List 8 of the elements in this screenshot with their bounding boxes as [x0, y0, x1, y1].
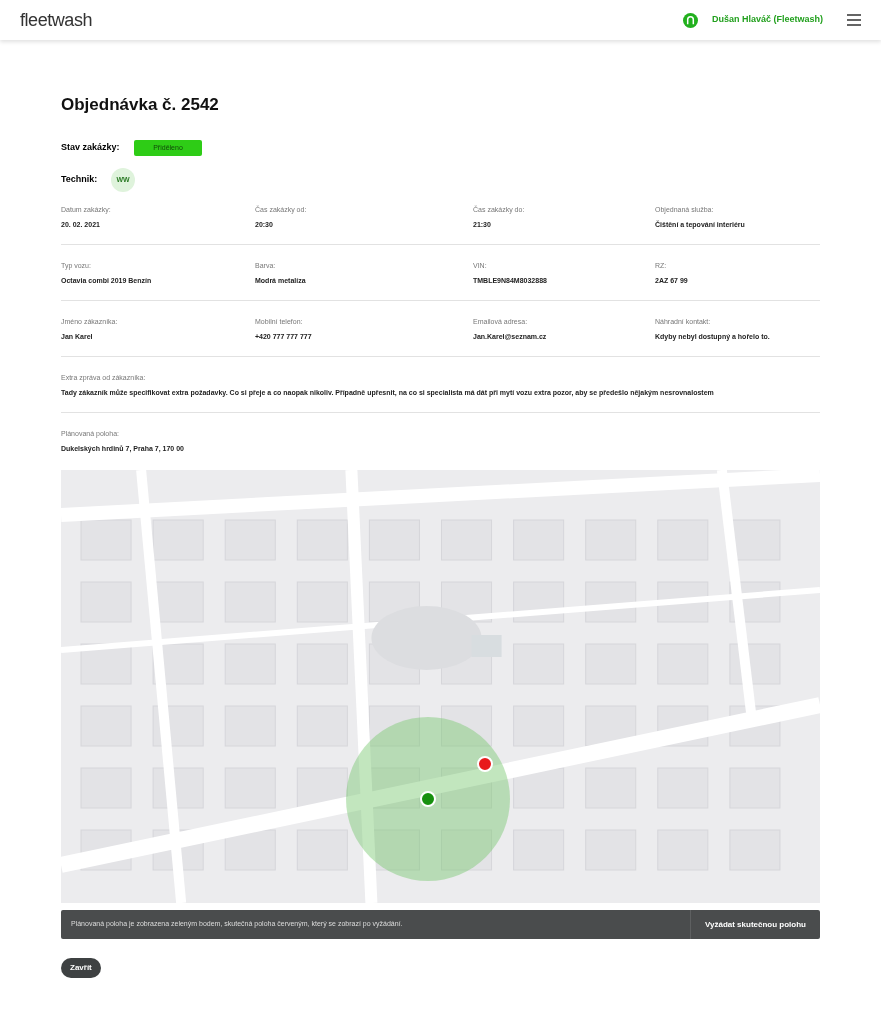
status-label: Stav zakázky:: [61, 141, 121, 155]
technician-label: Technik:: [61, 173, 99, 187]
menu-icon[interactable]: [847, 14, 861, 26]
user-name[interactable]: Dušan Hlaváč (Fleetwash): [711, 13, 823, 27]
page-title: Objednávka č. 2542: [61, 96, 220, 113]
request-location-button[interactable]: Vyžádat skutečnou polohu: [689, 910, 820, 939]
close-button[interactable]: Zavřít: [61, 958, 101, 978]
logo[interactable]: fleetwash: [20, 6, 92, 34]
